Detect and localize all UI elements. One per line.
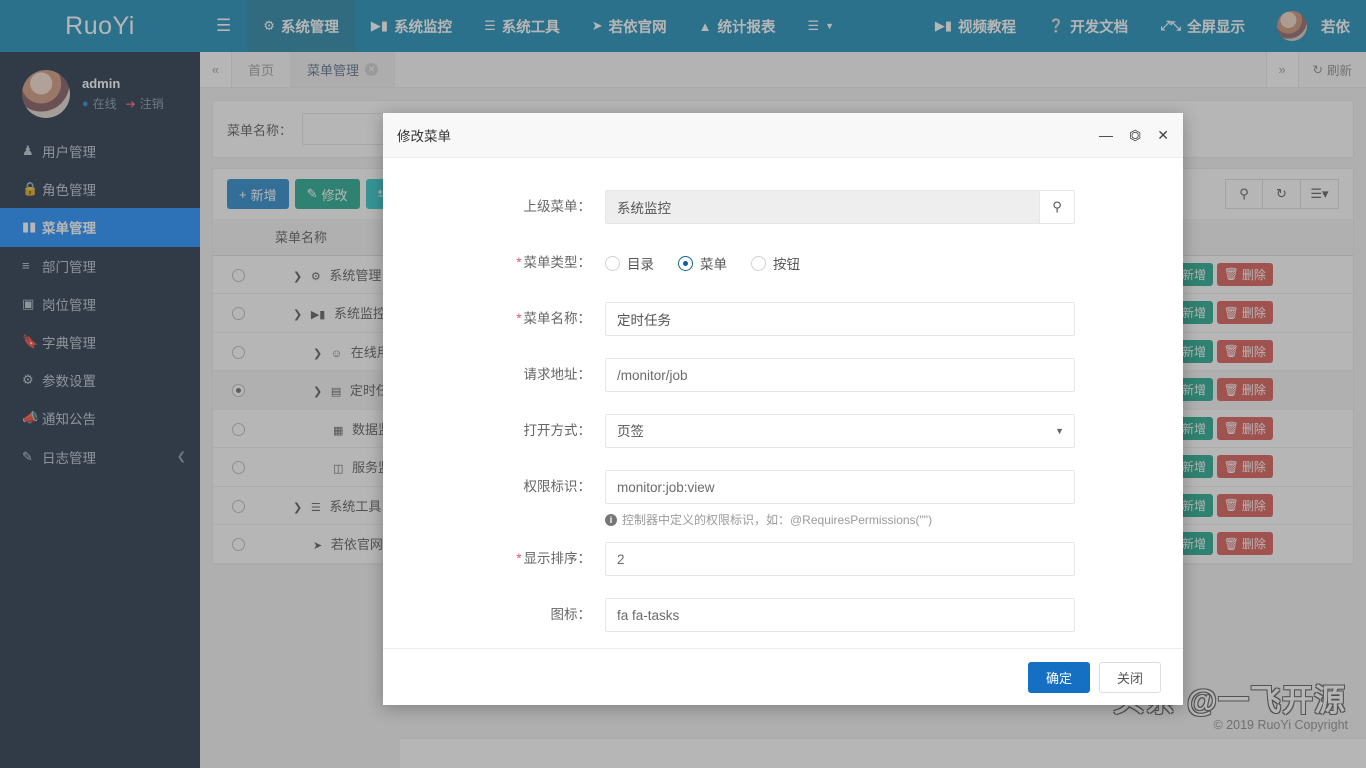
perms-help-text: i 控制器中定义的权限标识，如：@RequiresPermissions("") <box>605 511 1075 528</box>
maximize-icon[interactable]: ⏣ <box>1129 128 1141 142</box>
menu-type-option-directory[interactable]: 目录 <box>605 253 654 273</box>
menu-name-label: * 菜单名称： <box>516 311 591 326</box>
radio-mark[interactable] <box>751 255 766 271</box>
radio-label: 目录 <box>627 257 654 272</box>
icon-label: 图标： <box>550 607 592 622</box>
url-input[interactable] <box>605 358 1075 392</box>
dialog-header: 修改菜单 — ⏣ ✕ <box>383 113 1183 158</box>
order-num-input[interactable] <box>605 542 1075 576</box>
menu-type-label: * 菜单类型： <box>516 255 591 270</box>
radio-mark[interactable] <box>605 255 620 271</box>
menu-type-option-menu[interactable]: 菜单 <box>678 253 727 273</box>
info-icon: i <box>605 513 617 526</box>
edit-menu-dialog: 修改菜单 — ⏣ ✕ 上级菜单： ⚲ *菜单类型： <box>383 113 1183 705</box>
field-row-open-type: 打开方式： 页签 ▼ <box>383 414 1183 448</box>
confirm-button[interactable]: 确定 <box>1027 661 1090 693</box>
parent-menu-control: ⚲ <box>605 190 1075 224</box>
field-row-perms: 权限标识： i 控制器中定义的权限标识，如：@RequiresPermissio… <box>383 470 1183 528</box>
field-row-icon: 图标： <box>383 598 1183 632</box>
dialog-title: 修改菜单 <box>397 129 451 144</box>
menu-type-control: 目录 菜单 按钮 <box>605 246 1075 280</box>
field-row-url: 请求地址： <box>383 358 1183 392</box>
menu-name-control <box>605 302 1075 336</box>
dialog-footer: 确定 关闭 <box>383 648 1183 705</box>
field-row-parent-menu: 上级菜单： ⚲ <box>383 190 1183 224</box>
cancel-button[interactable]: 关闭 <box>1098 661 1161 693</box>
close-icon[interactable]: ✕ <box>1157 128 1169 142</box>
menu-type-option-button[interactable]: 按钮 <box>751 253 800 273</box>
parent-menu-input-group: ⚲ <box>605 190 1075 224</box>
icon-input[interactable] <box>605 598 1075 632</box>
radio-label: 菜单 <box>700 257 727 272</box>
dialog-controls: — ⏣ ✕ <box>1099 128 1169 142</box>
menu-name-input[interactable] <box>605 302 1075 336</box>
required-marker: * <box>516 311 522 326</box>
radio-label: 按钮 <box>773 257 800 272</box>
open-type-control: 页签 ▼ <box>605 414 1075 448</box>
required-marker: * <box>516 551 522 566</box>
open-type-select[interactable]: 页签 <box>605 414 1075 448</box>
required-marker: * <box>516 255 522 270</box>
perms-help-label: 控制器中定义的权限标识，如：@RequiresPermissions("") <box>622 513 933 527</box>
search-icon[interactable]: ⚲ <box>1039 190 1075 224</box>
dialog-body[interactable]: 上级菜单： ⚲ *菜单类型： 目录 <box>383 158 1183 648</box>
minimize-icon[interactable]: — <box>1099 128 1113 142</box>
menu-type-radio-group: 目录 菜单 按钮 <box>605 246 1075 280</box>
field-row-menu-type: * 菜单类型： 目录 菜单 按钮 <box>383 246 1183 280</box>
url-label: 请求地址： <box>523 367 592 382</box>
parent-menu-label: 上级菜单： <box>523 199 592 214</box>
open-type-label: 打开方式： <box>523 423 592 438</box>
order-num-label: * 显示排序： <box>516 551 591 566</box>
order-num-control <box>605 542 1075 576</box>
perms-control: i 控制器中定义的权限标识，如：@RequiresPermissions("") <box>605 470 1075 528</box>
perms-input[interactable] <box>605 470 1075 504</box>
field-row-order-num: * 显示排序： <box>383 542 1183 576</box>
url-control <box>605 358 1075 392</box>
radio-mark-selected[interactable] <box>678 255 693 271</box>
field-row-menu-name: * 菜单名称： <box>383 302 1183 336</box>
icon-control <box>605 598 1075 632</box>
parent-menu-input[interactable] <box>605 190 1040 224</box>
perms-label: 权限标识： <box>523 479 592 494</box>
